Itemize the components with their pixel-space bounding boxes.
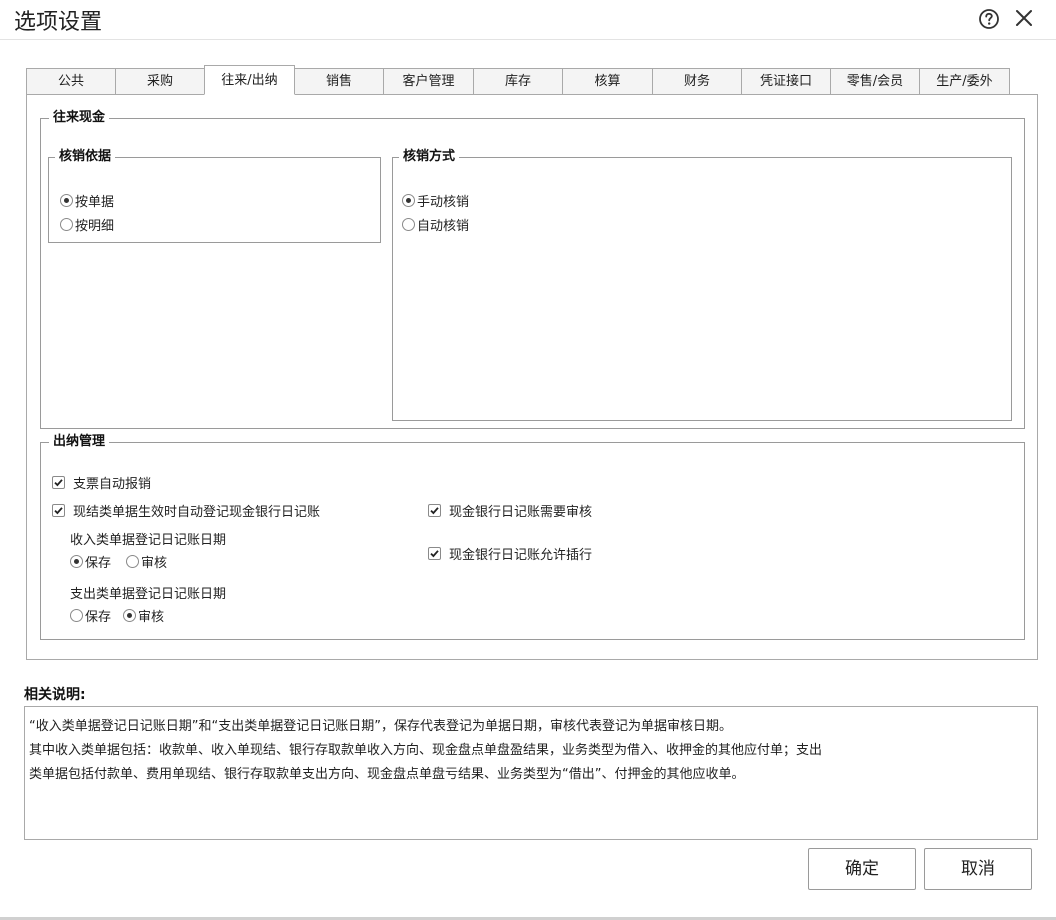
radio-label: 审核 <box>141 555 168 571</box>
group-chuna-title: 出纳管理 <box>49 434 110 450</box>
expense-date-label: 支出类单据登记日记账日期 <box>70 587 227 602</box>
checkbox-box <box>52 475 65 489</box>
radio-dot <box>126 554 139 568</box>
radio-by-document[interactable]: 按单据 <box>60 191 115 210</box>
tab-wanglai-chuna[interactable]: 往来/出纳 <box>204 65 295 95</box>
tab-customer[interactable]: 客户管理 <box>383 68 474 95</box>
description-line: 其中收入类单据包括：收款单、收入单现结、银行存取款单收入方向、现金盘点单盘盈结果… <box>29 743 823 758</box>
radio-dot <box>402 193 415 207</box>
radio-dot <box>123 608 136 622</box>
checkbox-label: 现金银行日记账需要审核 <box>449 504 593 520</box>
close-icon[interactable] <box>1014 8 1034 28</box>
checkbox-box <box>428 546 441 560</box>
radio-expense-save[interactable]: 保存 <box>70 606 112 625</box>
ok-button[interactable]: 确定 <box>808 848 916 890</box>
radio-dot <box>70 608 83 622</box>
radio-by-detail[interactable]: 按明细 <box>60 215 115 234</box>
radio-dot <box>60 217 73 231</box>
radio-income-save[interactable]: 保存 <box>70 552 112 571</box>
radio-label: 审核 <box>138 609 165 625</box>
income-date-label: 收入类单据登记日记账日期 <box>70 533 227 548</box>
dialog-title: 选项设置 <box>14 10 103 35</box>
tab-panel: 往来现金 核销依据 按单据 按明细 核销方式 手动核销 自动核销 出纳管理 支票… <box>26 94 1038 660</box>
radio-label: 自动核销 <box>417 218 470 234</box>
radio-dot <box>60 193 73 207</box>
cancel-button[interactable]: 取消 <box>924 848 1032 890</box>
tab-finance[interactable]: 财务 <box>652 68 742 95</box>
help-icon[interactable] <box>978 8 1000 30</box>
radio-auto-writeoff[interactable]: 自动核销 <box>402 215 470 234</box>
tab-inventory[interactable]: 库存 <box>473 68 563 95</box>
group-basis: 核销依据 按单据 按明细 <box>48 149 381 243</box>
title-bar: 选项设置 <box>0 0 1056 40</box>
tab-voucher[interactable]: 凭证接口 <box>741 68 831 95</box>
radio-label: 保存 <box>85 555 112 571</box>
tab-purchase[interactable]: 采购 <box>115 68 205 95</box>
group-method-title: 核销方式 <box>399 149 460 165</box>
group-chuna: 出纳管理 支票自动报销 现结类单据生效时自动登记现金银行日记账 现金银行日记账需… <box>40 434 1025 640</box>
checkbox-need-audit[interactable]: 现金银行日记账需要审核 <box>428 501 593 520</box>
radio-dot <box>402 217 415 231</box>
checkbox-auto-register[interactable]: 现结类单据生效时自动登记现金银行日记账 <box>52 501 321 520</box>
checkbox-label: 支票自动报销 <box>73 476 152 492</box>
radio-manual-writeoff[interactable]: 手动核销 <box>402 191 470 210</box>
group-wanglai: 往来现金 核销依据 按单据 按明细 核销方式 手动核销 自动核销 <box>40 110 1025 429</box>
group-wanglai-title: 往来现金 <box>49 110 110 126</box>
checkbox-cheque-auto[interactable]: 支票自动报销 <box>52 473 152 492</box>
checkbox-box <box>52 503 65 517</box>
tab-public[interactable]: 公共 <box>26 68 116 95</box>
radio-label: 保存 <box>85 609 112 625</box>
radio-label: 按单据 <box>75 194 115 210</box>
tab-production[interactable]: 生产/委外 <box>919 68 1010 95</box>
radio-expense-audit[interactable]: 审核 <box>123 606 165 625</box>
group-method: 核销方式 手动核销 自动核销 <box>392 149 1012 421</box>
checkbox-label: 现金银行日记账允许插行 <box>449 547 593 563</box>
radio-dot <box>70 554 83 568</box>
tab-sales[interactable]: 销售 <box>294 68 384 95</box>
description-line: “收入类单据登记日记账日期”和“支出类单据登记日记账日期”，保存代表登记为单据日… <box>29 719 732 734</box>
radio-income-audit[interactable]: 审核 <box>126 552 168 571</box>
radio-label: 手动核销 <box>417 194 470 210</box>
checkbox-box <box>428 503 441 517</box>
checkbox-allow-insert[interactable]: 现金银行日记账允许插行 <box>428 544 593 563</box>
description-title: 相关说明: <box>24 687 86 703</box>
checkbox-label: 现结类单据生效时自动登记现金银行日记账 <box>73 504 321 520</box>
tab-accounting[interactable]: 核算 <box>562 68 653 95</box>
description-line: 类单据包括付款单、费用单现结、银行存取款单支出方向、现金盘点单盘亏结果、业务类型… <box>29 767 745 782</box>
radio-label: 按明细 <box>75 218 115 234</box>
group-basis-title: 核销依据 <box>55 149 116 165</box>
tab-retail[interactable]: 零售/会员 <box>830 68 920 95</box>
description-box: “收入类单据登记日记账日期”和“支出类单据登记日记账日期”，保存代表登记为单据日… <box>24 706 1038 840</box>
